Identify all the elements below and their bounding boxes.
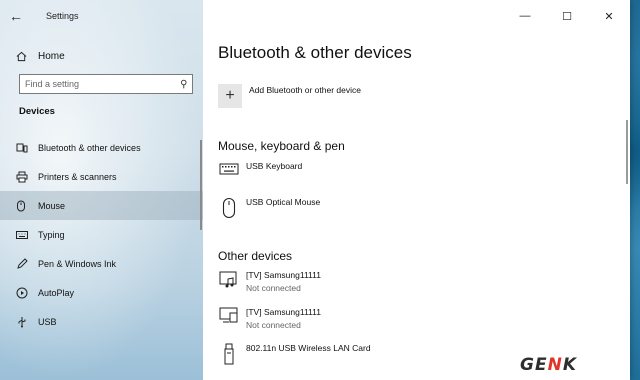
- tv-media-icon: [218, 270, 240, 290]
- section-title-mouse-keyboard-pen: Mouse, keyboard & pen: [218, 139, 345, 153]
- nav-label: Bluetooth & other devices: [38, 142, 141, 153]
- device-name: USB Optical Mouse: [246, 197, 321, 207]
- sidebar: ← Settings Home ⚲ Devices Bluetooth & ot…: [0, 0, 203, 380]
- back-button[interactable]: ←: [0, 0, 32, 32]
- nav-label: Printers & scanners: [38, 171, 117, 182]
- plus-icon: +: [225, 87, 235, 104]
- genk-watermark-logo: GE N K: [520, 355, 577, 375]
- page-title: Bluetooth & other devices: [218, 43, 412, 62]
- device-usb-keyboard[interactable]: USB Keyboard: [218, 161, 302, 177]
- device-wireless-lan-card[interactable]: 802.11n USB Wireless LAN Card: [218, 343, 371, 365]
- sidebar-item-bluetooth[interactable]: Bluetooth & other devices: [0, 133, 203, 162]
- device-name: 802.11n USB Wireless LAN Card: [246, 343, 371, 353]
- sidebar-item-typing[interactable]: Typing: [0, 220, 203, 249]
- search-input[interactable]: [25, 79, 165, 89]
- back-arrow-icon: ←: [9, 8, 23, 24]
- sidebar-item-mouse[interactable]: Mouse: [0, 191, 203, 220]
- device-name: [TV] Samsung11111: [246, 307, 321, 317]
- bluetooth-devices-icon: [0, 142, 38, 154]
- sidebar-item-usb[interactable]: USB: [0, 307, 203, 336]
- minimize-button[interactable]: —: [504, 0, 546, 32]
- add-device-label: Add Bluetooth or other device: [249, 85, 361, 95]
- sidebar-item-autoplay[interactable]: AutoPlay: [0, 278, 203, 307]
- search-box[interactable]: ⚲: [19, 74, 193, 94]
- nav-label: Mouse: [38, 200, 66, 211]
- printer-icon: [0, 171, 38, 183]
- nav-label: Pen & Windows Ink: [38, 258, 117, 269]
- autoplay-icon: [0, 287, 38, 299]
- sidebar-scrollbar[interactable]: [200, 140, 202, 230]
- minimize-icon: —: [519, 10, 531, 22]
- add-device-button[interactable]: +: [218, 84, 242, 108]
- section-title-other-devices: Other devices: [218, 249, 293, 263]
- keyboard-icon: [218, 161, 240, 177]
- nav-label: USB: [38, 316, 57, 327]
- settings-window: ← Settings Home ⚲ Devices Bluetooth & ot…: [0, 0, 630, 380]
- mouse-icon: [218, 197, 240, 219]
- device-usb-optical-mouse[interactable]: USB Optical Mouse: [218, 197, 320, 219]
- usb-icon: [0, 316, 38, 328]
- main-scrollbar[interactable]: [626, 120, 628, 184]
- device-status: Not connected: [246, 283, 301, 293]
- keyboard-icon: [0, 230, 38, 240]
- sidebar-item-printers[interactable]: Printers & scanners: [0, 162, 203, 191]
- nav-list: Bluetooth & other devices Printers & sca…: [0, 133, 203, 336]
- usb-adapter-icon: [218, 343, 240, 365]
- device-status: Not connected: [246, 320, 301, 330]
- titlebar-left: ← Settings: [0, 0, 203, 32]
- maximize-icon: ☐: [562, 10, 572, 23]
- home-label: Home: [38, 50, 65, 62]
- window-controls: — ☐ ✕: [504, 0, 630, 32]
- close-icon: ✕: [604, 10, 614, 23]
- main-content: — ☐ ✕ Bluetooth & other devices + Add Bl…: [203, 0, 630, 380]
- tv-display-icon: [218, 307, 240, 325]
- search-icon[interactable]: ⚲: [180, 79, 187, 90]
- device-name: [TV] Samsung11111: [246, 270, 321, 280]
- close-button[interactable]: ✕: [588, 0, 630, 32]
- device-tv-samsung-1[interactable]: [TV] Samsung11111 Not connected: [218, 270, 321, 293]
- pen-icon: [0, 257, 38, 270]
- nav-label: AutoPlay: [38, 287, 75, 298]
- mouse-icon: [0, 200, 38, 212]
- sidebar-item-pen[interactable]: Pen & Windows Ink: [0, 249, 203, 278]
- sidebar-item-home[interactable]: Home: [0, 44, 203, 68]
- home-icon: [0, 51, 38, 62]
- section-label: Devices: [19, 106, 55, 117]
- device-name: USB Keyboard: [246, 161, 303, 171]
- app-title: Settings: [46, 11, 79, 21]
- add-device-row[interactable]: + Add Bluetooth or other device: [218, 84, 361, 108]
- maximize-button[interactable]: ☐: [546, 0, 588, 32]
- nav-label: Typing: [38, 229, 65, 240]
- device-tv-samsung-2[interactable]: [TV] Samsung11111 Not connected: [218, 307, 321, 330]
